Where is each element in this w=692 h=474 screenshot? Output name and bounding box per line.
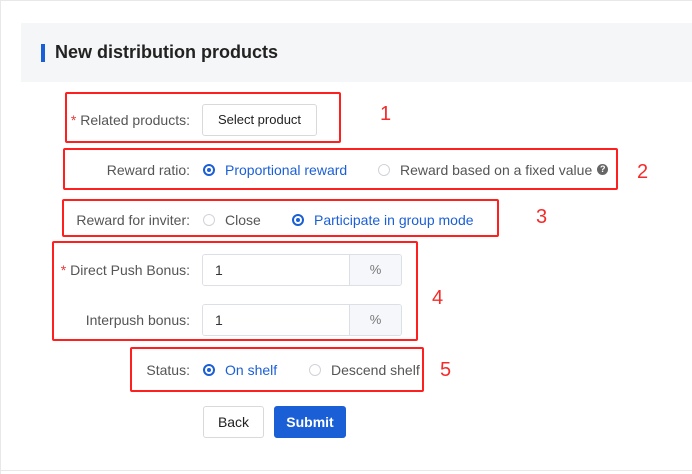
annotation-number-4: 4	[432, 287, 444, 309]
submit-button[interactable]: Submit	[274, 406, 346, 438]
annotation-box-1	[65, 92, 341, 143]
annotation-box-4	[52, 241, 418, 341]
annotation-number-2: 2	[637, 161, 649, 183]
back-button[interactable]: Back	[203, 406, 264, 438]
frame-top-border	[0, 0, 692, 1]
frame-left-border	[0, 0, 1, 474]
frame-bottom-border	[0, 470, 692, 471]
annotation-number-1: 1	[380, 103, 392, 125]
page-title: New distribution products	[55, 42, 278, 62]
annotation-box-2	[63, 148, 618, 190]
annotation-box-3	[62, 199, 499, 237]
annotation-box-5	[130, 347, 424, 392]
annotation-number-5: 5	[440, 359, 452, 381]
page-header: New distribution products	[21, 23, 692, 82]
header-accent-bar	[41, 44, 45, 62]
annotation-number-3: 3	[536, 206, 548, 228]
